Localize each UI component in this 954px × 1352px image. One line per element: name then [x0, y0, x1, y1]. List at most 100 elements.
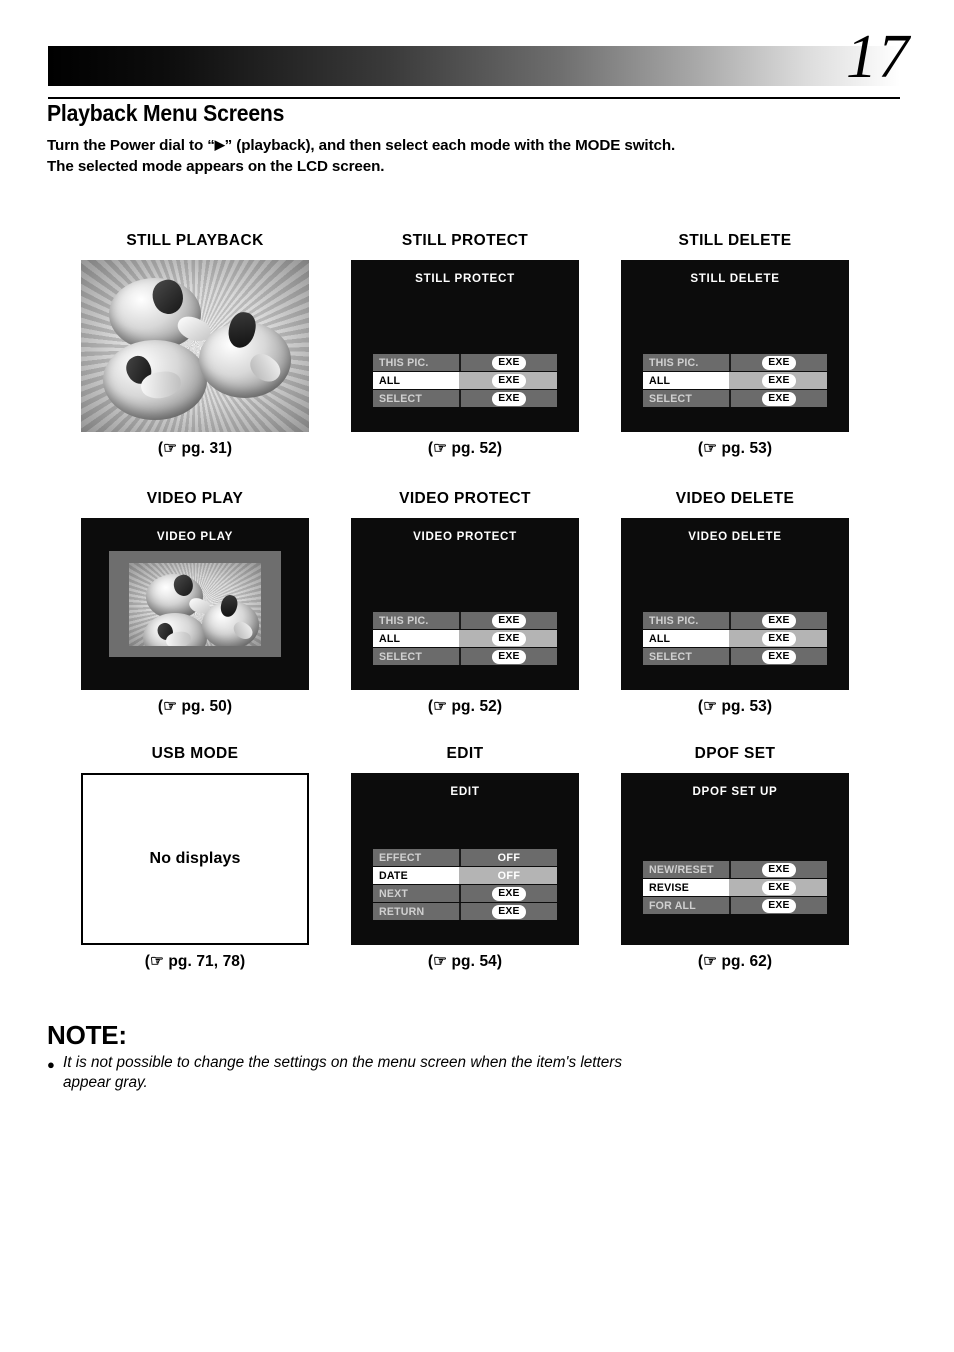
menu-row-value[interactable]: EXE: [729, 630, 827, 647]
menu-table: EFFECT OFF DATE OFF NEXT EXE RETURN EXE: [373, 849, 557, 920]
panel-title: DPOF SET: [694, 745, 776, 762]
menu-row-value[interactable]: EXE: [459, 354, 557, 371]
menu-row[interactable]: SELECT EXE: [643, 390, 827, 407]
menu-row-label: SELECT: [373, 648, 459, 665]
menu-table: THIS PIC. EXE ALL EXE SELECT EXE: [643, 612, 827, 665]
exe-button[interactable]: EXE: [762, 898, 796, 913]
menu-row-value[interactable]: EXE: [729, 612, 827, 629]
exe-button[interactable]: EXE: [492, 391, 526, 406]
menu-row-label: DATE: [373, 867, 459, 884]
panel-title: STILL PLAYBACK: [126, 232, 264, 249]
screen-title: STILL DELETE: [690, 272, 780, 285]
exe-button[interactable]: EXE: [492, 613, 526, 628]
menu-row-label: FOR ALL: [643, 897, 729, 914]
lcd-menu-screen: VIDEO PROTECT THIS PIC. EXE ALL EXE SELE…: [351, 518, 579, 690]
screen-title: EDIT: [450, 785, 480, 798]
panel-title: STILL PROTECT: [401, 232, 529, 249]
menu-row-value[interactable]: EXE: [729, 390, 827, 407]
menu-row[interactable]: THIS PIC. EXE: [373, 354, 557, 371]
menu-row-value[interactable]: EXE: [459, 390, 557, 407]
lcd-menu-screen: DPOF SET UP NEW/RESET EXE REVISE EXE FOR…: [621, 773, 849, 945]
note-block: NOTE: ● It is not possible to change the…: [47, 1020, 647, 1093]
menu-row-label: NEW/RESET: [643, 861, 729, 878]
menu-row[interactable]: ALL EXE: [373, 372, 557, 389]
panel-video-play: VIDEO PLAY VIDEO PLAY (☞ pg. 50): [66, 490, 324, 716]
manual-page: 17 Playback Menu Screens Turn the Power …: [0, 0, 954, 1352]
no-displays-text: No displays: [149, 850, 241, 867]
menu-row[interactable]: THIS PIC. EXE: [373, 612, 557, 629]
menu-row-value[interactable]: EXE: [459, 885, 557, 902]
exe-button[interactable]: EXE: [762, 862, 796, 877]
menu-row[interactable]: NEXT EXE: [373, 885, 557, 902]
exe-button[interactable]: EXE: [762, 355, 796, 370]
menu-row-value[interactable]: EXE: [729, 879, 827, 896]
note-text: It is not possible to change the setting…: [63, 1054, 623, 1091]
menu-row[interactable]: SELECT EXE: [373, 648, 557, 665]
menu-row[interactable]: NEW/RESET EXE: [643, 861, 827, 878]
panel-video-protect: VIDEO PROTECT VIDEO PROTECT THIS PIC. EX…: [336, 490, 594, 716]
panel-caption: (☞ pg. 53): [697, 440, 773, 457]
menu-row[interactable]: THIS PIC. EXE: [643, 354, 827, 371]
menu-row-label: ALL: [373, 372, 459, 389]
panel-caption: (☞ pg. 62): [697, 953, 773, 970]
menu-row-value[interactable]: EXE: [729, 861, 827, 878]
menu-row[interactable]: FOR ALL EXE: [643, 897, 827, 914]
menu-row[interactable]: ALL EXE: [643, 372, 827, 389]
menu-row[interactable]: ALL EXE: [643, 630, 827, 647]
lcd-menu-screen: VIDEO DELETE THIS PIC. EXE ALL EXE SELEC…: [621, 518, 849, 690]
menu-row[interactable]: THIS PIC. EXE: [643, 612, 827, 629]
menu-row-value[interactable]: EXE: [459, 903, 557, 920]
panel-title: EDIT: [446, 745, 484, 762]
menu-row-value[interactable]: EXE: [729, 354, 827, 371]
menu-row-value[interactable]: EXE: [459, 648, 557, 665]
panel-still-protect: STILL PROTECT STILL PROTECT THIS PIC. EX…: [336, 232, 594, 458]
exe-button[interactable]: EXE: [762, 649, 796, 664]
menu-row[interactable]: SELECT EXE: [373, 390, 557, 407]
exe-button[interactable]: EXE: [762, 880, 796, 895]
exe-button[interactable]: EXE: [762, 613, 796, 628]
menu-table: THIS PIC. EXE ALL EXE SELECT EXE: [373, 354, 557, 407]
menu-row-value[interactable]: EXE: [729, 897, 827, 914]
menu-row-value[interactable]: OFF: [459, 849, 557, 866]
menu-row-value[interactable]: EXE: [459, 612, 557, 629]
exe-button[interactable]: EXE: [492, 355, 526, 370]
menu-row[interactable]: RETURN EXE: [373, 903, 557, 920]
exe-button[interactable]: EXE: [762, 373, 796, 388]
menu-row-label: SELECT: [643, 390, 729, 407]
menu-row-label: SELECT: [643, 648, 729, 665]
menu-row[interactable]: EFFECT OFF: [373, 849, 557, 866]
exe-button[interactable]: EXE: [492, 886, 526, 901]
menu-row[interactable]: REVISE EXE: [643, 879, 827, 896]
panel-title: VIDEO DELETE: [675, 490, 795, 507]
menu-table: THIS PIC. EXE ALL EXE SELECT EXE: [373, 612, 557, 665]
lcd-menu-screen: STILL PROTECT THIS PIC. EXE ALL EXE SELE…: [351, 260, 579, 432]
exe-button[interactable]: EXE: [762, 631, 796, 646]
video-thumbnail: [129, 563, 261, 646]
panel-caption: (☞ pg. 52): [427, 698, 503, 715]
exe-button[interactable]: EXE: [492, 904, 526, 919]
menu-row-value[interactable]: EXE: [459, 630, 557, 647]
exe-button[interactable]: EXE: [492, 631, 526, 646]
menu-row[interactable]: ALL EXE: [373, 630, 557, 647]
menu-row-value[interactable]: EXE: [729, 372, 827, 389]
panel-title: STILL DELETE: [678, 232, 792, 249]
menu-row-value[interactable]: EXE: [459, 372, 557, 389]
panel-usb-mode: USB MODE No displays (☞ pg. 71, 78): [66, 745, 324, 971]
menu-row-label: THIS PIC.: [373, 612, 459, 629]
panel-still-delete: STILL DELETE STILL DELETE THIS PIC. EXE …: [606, 232, 864, 458]
panel-grid: STILL PLAYBACK (☞ pg. 31) STILL PROTECT S…: [0, 0, 954, 1352]
panel-dpof-set: DPOF SET DPOF SET UP NEW/RESET EXE REVIS…: [606, 745, 864, 971]
exe-button[interactable]: EXE: [492, 649, 526, 664]
panel-video-delete: VIDEO DELETE VIDEO DELETE THIS PIC. EXE …: [606, 490, 864, 716]
menu-row-label: THIS PIC.: [643, 354, 729, 371]
exe-button[interactable]: EXE: [492, 373, 526, 388]
menu-row[interactable]: DATE OFF: [373, 867, 557, 884]
menu-row[interactable]: SELECT EXE: [643, 648, 827, 665]
menu-row-value[interactable]: OFF: [459, 867, 557, 884]
exe-button[interactable]: EXE: [762, 391, 796, 406]
menu-row-label: EFFECT: [373, 849, 459, 866]
panel-caption: (☞ pg. 53): [697, 698, 773, 715]
photo-inner: [81, 260, 309, 432]
menu-row-label: THIS PIC.: [643, 612, 729, 629]
menu-row-value[interactable]: EXE: [729, 648, 827, 665]
